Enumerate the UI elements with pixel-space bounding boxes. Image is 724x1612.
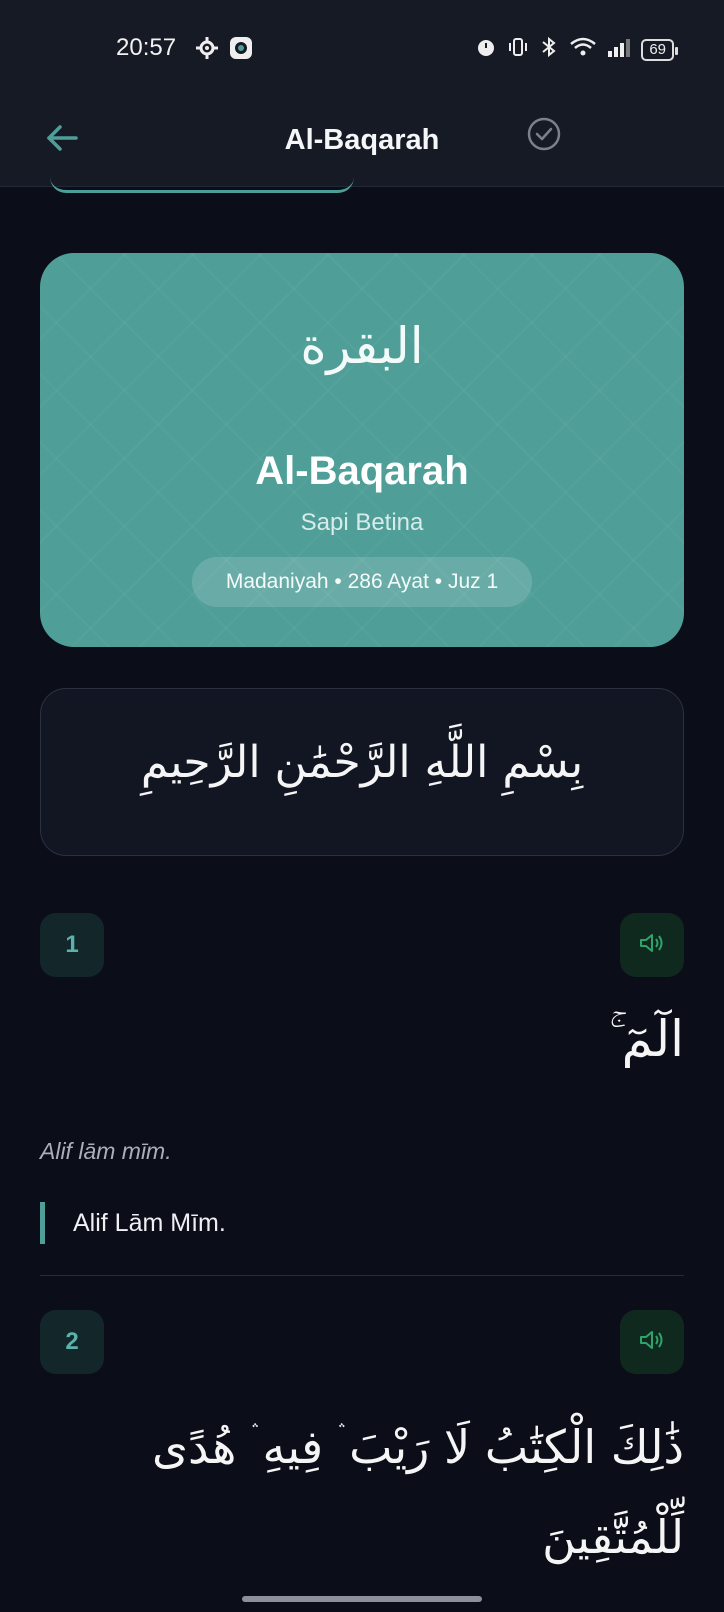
home-indicator[interactable] xyxy=(242,1596,482,1602)
play-audio-button[interactable] xyxy=(620,1310,684,1374)
verse-translation: Alif Lām Mīm. xyxy=(40,1202,226,1244)
alarm-icon xyxy=(475,36,497,64)
mark-read-button[interactable] xyxy=(524,116,564,156)
vibrate-icon xyxy=(507,36,529,64)
page-title: Al-Baqarah xyxy=(284,124,440,156)
speaker-icon xyxy=(638,931,666,960)
verse-arabic-text-line-2: لِّلْمُتَّقِينَ xyxy=(542,1510,684,1564)
surah-arabic-name: البقرة xyxy=(300,317,424,375)
verse-number-badge: 2 xyxy=(40,1310,104,1374)
play-audio-button[interactable] xyxy=(620,913,684,977)
surah-info-badge: Madaniyah • 286 Ayat • Juz 1 xyxy=(192,557,532,607)
signal-icon xyxy=(607,37,631,63)
bismillah-card: بِسْمِ اللَّهِ الرَّحْمَٰنِ الرَّحِيمِ xyxy=(40,688,684,856)
verse-number-badge: 1 xyxy=(40,913,104,977)
bismillah-text: بِسْمِ اللَّهِ الرَّحْمَٰنِ الرَّحِيمِ xyxy=(140,737,584,788)
speaker-icon xyxy=(638,1328,666,1357)
verse-arabic-text-line-1: ذَٰلِكَ الْكِتَٰبُ لَا رَيْبَ ۛ فِيهِ ۛ … xyxy=(152,1420,684,1474)
wifi-icon xyxy=(569,36,597,64)
surah-header-card: البقرة Al-Baqarah Sapi Betina Madaniyah … xyxy=(40,253,684,647)
check-circle-icon xyxy=(527,117,561,156)
verse-transliteration: Alif lām mīm. xyxy=(40,1138,172,1164)
surah-meaning: Sapi Betina xyxy=(300,509,424,536)
verse-divider xyxy=(40,1275,684,1276)
app-bar: Al-Baqarah xyxy=(0,96,724,187)
verse-arabic-text: الٓمٓ ۚ xyxy=(609,1010,684,1068)
bluetooth-icon xyxy=(539,36,559,64)
battery-indicator: 69 xyxy=(641,39,678,61)
settings-gear-icon xyxy=(195,36,219,65)
status-time: 20:57 xyxy=(116,34,177,61)
progress-peek-bar xyxy=(50,176,354,193)
status-bar: 20:57 69 xyxy=(0,0,724,96)
surah-latin-name: Al-Baqarah xyxy=(255,449,469,493)
app-notification-icon xyxy=(229,36,253,65)
